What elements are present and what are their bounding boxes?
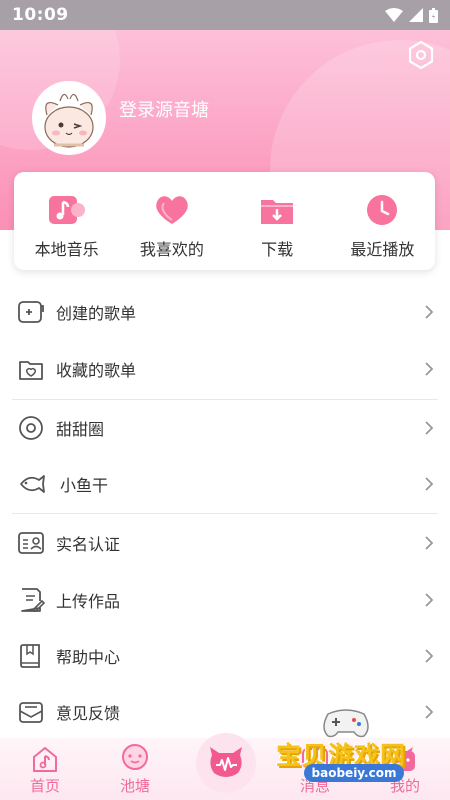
menu-upload-works[interactable]: 上传作品	[0, 572, 450, 628]
favorite-playlist-icon	[19, 361, 43, 380]
avatar[interactable]	[32, 81, 106, 155]
status-bar: 10:09	[0, 0, 450, 30]
menu-label: 收藏的歌单	[56, 361, 137, 380]
chevron-right-icon	[425, 477, 434, 491]
menu-donut[interactable]: 甜甜圈	[0, 400, 450, 456]
chevron-right-icon	[425, 421, 434, 435]
quick-label: 我喜欢的	[139, 240, 204, 259]
nav-label: 池塘	[119, 777, 150, 795]
menu-label: 创建的歌单	[56, 304, 137, 323]
quick-download[interactable]: 下载	[225, 172, 330, 270]
quick-actions-card: 本地音乐 我喜欢的 下载 最近播放	[14, 172, 435, 270]
id-card-icon	[18, 532, 44, 554]
menu-label: 甜甜圈	[56, 420, 105, 439]
music-note-icon	[48, 196, 85, 224]
watermark-url: baobeiy.com	[304, 764, 404, 782]
menu-created-playlists[interactable]: 创建的歌单	[0, 284, 450, 340]
feedback-mail-icon	[19, 702, 43, 723]
home-music-icon	[33, 747, 57, 772]
quick-label: 下载	[261, 240, 294, 259]
center-play-button[interactable]	[196, 733, 256, 793]
chevron-right-icon	[425, 362, 434, 376]
create-playlist-icon	[18, 301, 44, 323]
menu-dried-fish[interactable]: 小鱼干	[0, 456, 450, 512]
chevron-right-icon	[425, 593, 434, 607]
quick-recent[interactable]: 最近播放	[330, 172, 435, 270]
download-folder-icon	[261, 200, 294, 224]
quick-favorites[interactable]: 我喜欢的	[119, 172, 224, 270]
watermark-logo: 宝贝游戏网 baobeiy.com	[276, 704, 446, 794]
settings-hexagon-icon[interactable]	[406, 40, 436, 70]
donut-icon	[19, 416, 43, 440]
nav-home[interactable]: 首页	[0, 738, 90, 800]
cat-avatar-icon	[34, 83, 104, 153]
status-time: 10:09	[12, 5, 69, 25]
quick-local-music[interactable]: 本地音乐	[14, 172, 119, 270]
upload-document-icon	[21, 588, 45, 612]
signal-icon	[409, 8, 423, 22]
help-book-icon	[20, 644, 40, 668]
quick-label: 最近播放	[350, 240, 415, 259]
wifi-icon	[385, 8, 403, 22]
menu-label: 小鱼干	[60, 476, 109, 495]
clock-icon	[367, 195, 398, 225]
nav-pond[interactable]: 池塘	[90, 738, 180, 800]
menu-label: 意见反馈	[56, 704, 121, 723]
center-cat-icon	[210, 747, 242, 777]
nav-label: 首页	[29, 777, 60, 795]
status-icons	[385, 7, 438, 23]
login-link[interactable]: 登录源音塘	[119, 96, 209, 122]
menu-real-name-verification[interactable]: 实名认证	[0, 515, 450, 571]
chevron-right-icon	[425, 536, 434, 550]
pond-chat-icon	[122, 744, 148, 770]
chevron-right-icon	[425, 649, 434, 663]
menu-help-center[interactable]: 帮助中心	[0, 628, 450, 684]
menu-label: 帮助中心	[56, 648, 121, 667]
menu-label: 实名认证	[56, 535, 121, 554]
menu-label: 上传作品	[56, 592, 121, 611]
quick-label: 本地音乐	[34, 240, 99, 259]
divider	[12, 513, 438, 514]
heart-icon	[156, 196, 188, 224]
battery-icon	[429, 7, 438, 23]
fish-icon	[20, 475, 45, 493]
menu-favorite-playlists[interactable]: 收藏的歌单	[0, 341, 450, 397]
chevron-right-icon	[425, 305, 434, 319]
gamepad-icon	[323, 709, 369, 738]
